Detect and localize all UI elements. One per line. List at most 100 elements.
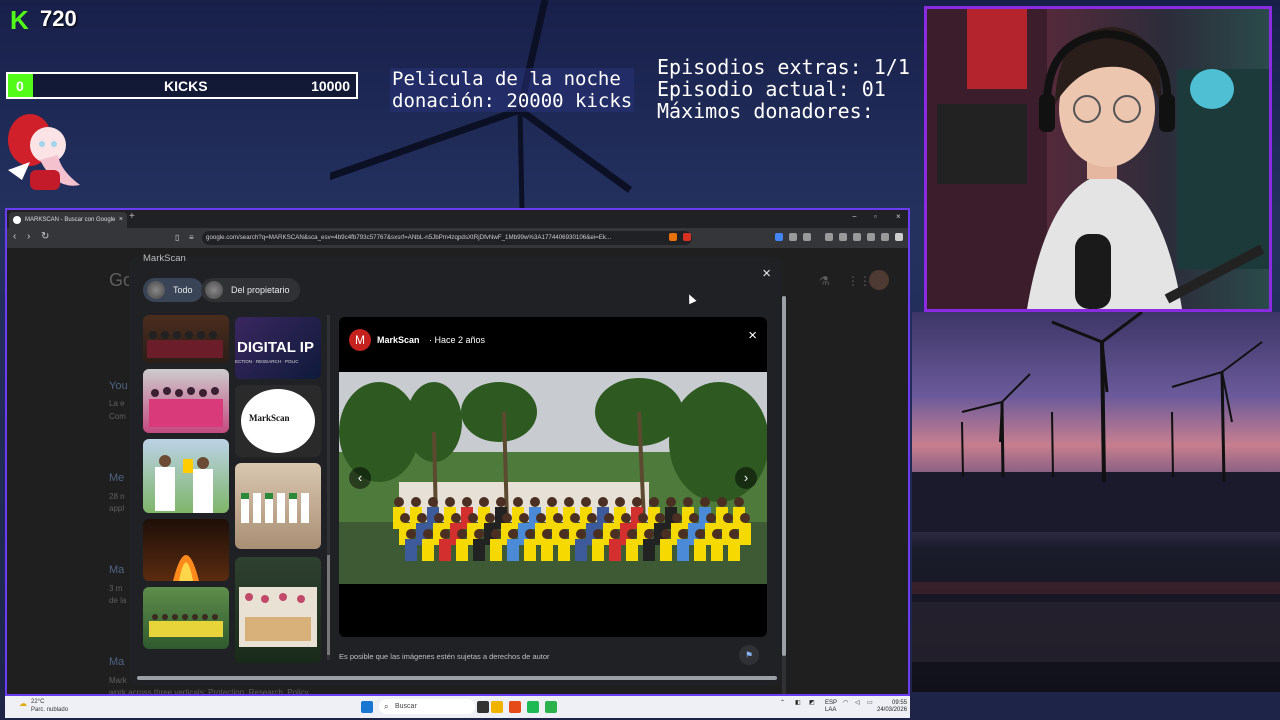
episodes-extra: Episodios extras: 1/1 — [657, 55, 910, 79]
person-head — [451, 513, 461, 523]
extension-icon[interactable] — [775, 233, 783, 241]
preview-close-icon[interactable]: × — [748, 327, 757, 344]
address-bar-row: ‹ › ↻ ▯ ≡ google.com/search?q=MARKSCAN&s… — [7, 228, 908, 248]
tray-chevron-icon[interactable]: ⌃ — [780, 700, 785, 707]
tray-icon[interactable]: ◩ — [809, 700, 815, 707]
wifi-icon[interactable]: ◠ — [843, 700, 848, 707]
person-body — [541, 539, 553, 561]
taskbar-search[interactable]: ⌕ Buscar — [379, 699, 475, 714]
prev-image-button[interactable]: ‹ — [349, 467, 371, 489]
brave-browser-icon[interactable] — [509, 701, 521, 713]
person-body — [405, 539, 417, 561]
person-head — [644, 529, 654, 539]
minimize-button[interactable]: − — [852, 212, 857, 221]
result-title[interactable]: Ma — [109, 656, 124, 668]
thumbnails-scrollbar-thumb[interactable] — [327, 555, 330, 655]
labs-icon[interactable]: ⚗ — [819, 274, 830, 288]
person-head — [570, 513, 580, 523]
page-scrollbar-thumb[interactable] — [782, 296, 786, 656]
volume-icon[interactable]: ◁ — [855, 700, 860, 707]
thumbnail-image[interactable] — [143, 315, 229, 363]
extension-icon[interactable] — [803, 233, 811, 241]
tab-close-icon[interactable]: × — [119, 212, 123, 228]
thumbnail-image-logo[interactable]: MarkScan — [235, 385, 321, 457]
clock-time: 09:55 — [892, 700, 908, 706]
spotify-icon[interactable] — [527, 701, 539, 713]
person-head — [706, 513, 716, 523]
extension-icon[interactable] — [839, 233, 847, 241]
person-body — [592, 539, 604, 561]
apps-grid-icon[interactable]: ⋮⋮ — [847, 274, 871, 288]
result-title[interactable]: Me — [109, 472, 124, 484]
person-head — [717, 497, 727, 507]
shield-icon[interactable] — [881, 233, 889, 241]
chip-owner[interactable]: Del propietario — [201, 278, 300, 302]
mascot-character-image — [8, 114, 80, 190]
person-head — [513, 497, 523, 507]
report-flag-icon[interactable]: ⚑ — [739, 645, 759, 665]
weather-widget[interactable]: ☁ 22°C Parc. nublado — [19, 698, 68, 714]
account-avatar[interactable] — [869, 270, 889, 290]
person-head — [587, 513, 597, 523]
thumbnail-image[interactable] — [235, 557, 321, 663]
menu-icon[interactable] — [895, 233, 903, 241]
reload-icon[interactable]: ↻ — [41, 231, 49, 242]
extension-icon[interactable] — [867, 233, 875, 241]
result-title[interactable]: Ma — [109, 564, 124, 576]
browser-tab-markscan[interactable]: MARKSCAN - Buscar con Google × — [9, 212, 127, 228]
person-body — [558, 539, 570, 561]
result-footer: work across three verticals: Protection,… — [109, 688, 315, 696]
maximize-button[interactable]: ▫ — [874, 212, 877, 221]
person-body — [439, 539, 451, 561]
close-window-button[interactable]: × — [896, 212, 901, 221]
thumbnail-image[interactable] — [143, 369, 229, 433]
group-campus-photo — [339, 372, 767, 584]
movie-goal-line1: Pelicula de la noche — [392, 68, 621, 90]
person-head — [462, 497, 472, 507]
task-view-icon[interactable] — [477, 701, 489, 713]
site-info-icon[interactable]: ≡ — [189, 233, 194, 242]
stream-scene: K 720 0 KICKS 10000 Pelicula de la noche… — [0, 0, 1280, 720]
battery-icon[interactable]: ▭ — [867, 700, 873, 707]
thumbnail-image[interactable] — [235, 463, 321, 549]
forward-icon[interactable]: › — [27, 231, 30, 242]
thumbnail-image[interactable] — [143, 587, 229, 649]
back-icon[interactable]: ‹ — [13, 231, 16, 242]
start-windows-icon[interactable] — [361, 701, 373, 713]
tray-icon[interactable]: ◧ — [795, 700, 801, 707]
person-head — [547, 497, 557, 507]
language-indicator[interactable]: ESP LAA — [825, 700, 837, 714]
copyright-notice: Es posible que las imágenes estén sujeta… — [339, 652, 550, 661]
person-body — [507, 539, 519, 561]
app-icon[interactable] — [545, 701, 557, 713]
clock[interactable]: 09:55 24/03/2026 — [877, 700, 907, 714]
next-image-button[interactable]: › — [735, 467, 757, 489]
page-scrollbar[interactable] — [782, 296, 786, 694]
bookmark-icon[interactable]: ▯ — [175, 233, 179, 242]
extension-icon[interactable] — [789, 233, 797, 241]
person-body — [490, 539, 502, 561]
thumbnails-scrollbar[interactable] — [327, 315, 330, 660]
person-head — [593, 529, 603, 539]
panel-close-icon[interactable]: × — [762, 265, 771, 282]
file-explorer-icon[interactable] — [491, 701, 503, 713]
extension-icon[interactable] — [853, 233, 861, 241]
thumbnail-image[interactable] — [143, 519, 229, 581]
music-icon[interactable] — [825, 233, 833, 241]
person-head — [564, 497, 574, 507]
person-head — [649, 497, 659, 507]
horizontal-scrollbar[interactable] — [137, 676, 777, 680]
extension-icon[interactable] — [683, 233, 691, 241]
source-name[interactable]: MarkScan — [377, 329, 420, 351]
chip-all[interactable]: Todo — [143, 278, 203, 302]
result-title[interactable]: You — [109, 380, 128, 392]
webcam-person-image — [927, 9, 1269, 309]
extension-icon[interactable] — [669, 233, 677, 241]
person-head — [581, 497, 591, 507]
new-tab-button[interactable]: + — [129, 211, 135, 222]
chip-owner-label: Del propietario — [231, 285, 290, 295]
thumbnail-image-digital-ip[interactable]: DIGITAL IP ECTION · RESEARCH · POLIC — [235, 317, 321, 379]
thumbnail-image[interactable] — [143, 439, 229, 513]
url-field[interactable]: google.com/search?q=MARKSCAN&sca_esv=4b9… — [202, 231, 692, 245]
chip-avatar — [205, 281, 223, 299]
